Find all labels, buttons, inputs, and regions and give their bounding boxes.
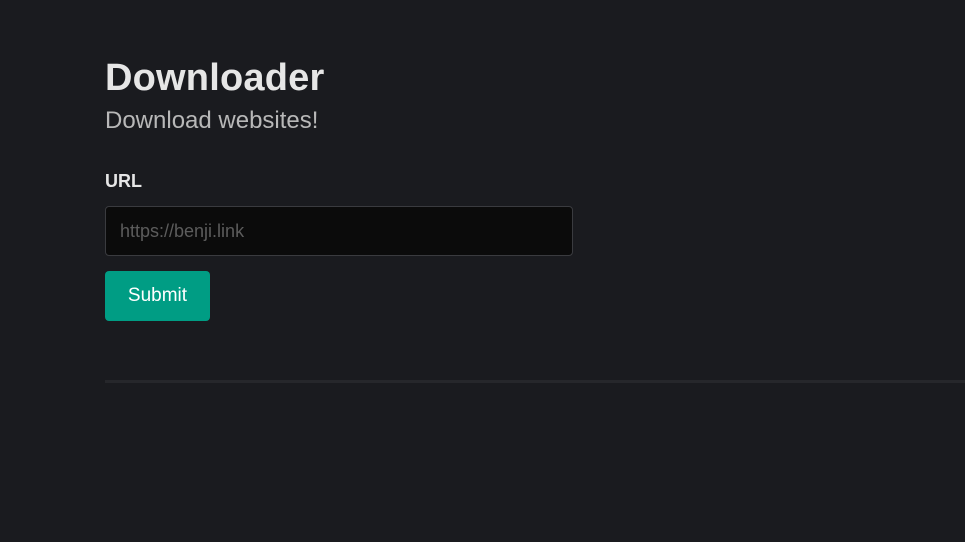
url-input[interactable] (105, 206, 573, 256)
page-subtitle: Download websites! (105, 107, 319, 134)
page-title: Downloader (105, 57, 325, 99)
url-label: URL (105, 171, 142, 191)
divider (105, 380, 965, 383)
submit-button[interactable]: Submit (105, 271, 210, 321)
